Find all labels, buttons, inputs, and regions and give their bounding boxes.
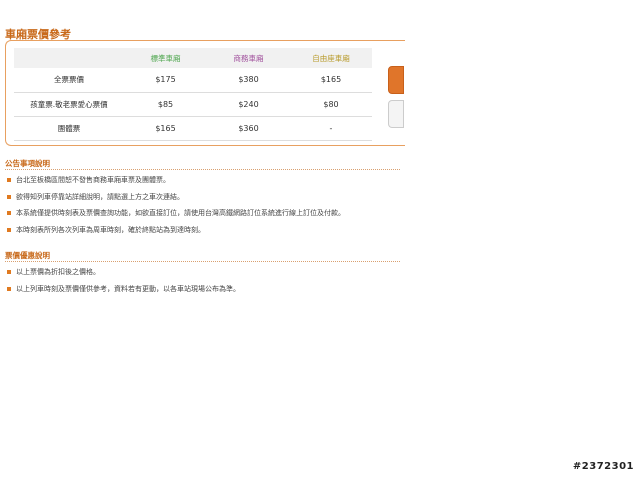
notice-text: 本時刻表所列各次列車為周車時刻，確於終點站為到達時刻。 [16, 225, 205, 234]
notice-text: 欲得知列車停靠站詳細說明，請點選上方之車次連結。 [16, 192, 184, 201]
bullet-icon [7, 178, 11, 182]
side-tab-button-active[interactable] [388, 66, 404, 94]
header-free-seat-car: 自由座車廂 [312, 53, 350, 63]
fare-business: $240 [238, 99, 259, 109]
header-standard-car: 標準車廂 [150, 53, 181, 63]
discounts-divider [5, 261, 400, 262]
fare-standard: $85 [157, 99, 174, 109]
fare-free: $165 [320, 75, 342, 85]
bullet-icon [7, 270, 11, 274]
row-label: 團體票 [57, 123, 81, 133]
bullet-icon [7, 227, 11, 232]
list-item: 以上列車時刻及票價僅供參考，資料若有更動，以各車站現場公布為準。 [5, 281, 240, 298]
fare-panel: 標準車廂 商務車廂 自由座車廂 全票票價 $175 $380 $165 孩童票.… [5, 40, 405, 146]
bullet-icon [7, 286, 11, 291]
notice-text: 台北至板橋區間恕不發售商務車廂車票及團體票。 [16, 176, 170, 184]
fare-business: $360 [238, 123, 259, 133]
notices-title: 公告事項說明 [5, 159, 50, 168]
list-item: 本系統僅提供時刻表及票價查詢功能，如欲直接訂位，請使用台灣高鐵網路訂位系統進行線… [5, 205, 345, 222]
fare-free: - [329, 123, 333, 133]
table-row: 孩童票.敬老票愛心票價 $85 $240 $80 [14, 92, 372, 116]
fare-table-header: 標準車廂 商務車廂 自由座車廂 [14, 48, 372, 68]
bullet-icon [7, 211, 11, 215]
header-business-car: 商務車廂 [233, 53, 264, 63]
notices-list: 台北至板橋區間恕不發售商務車廂車票及團體票。 欲得知列車停靠站詳細說明，請點選上… [5, 172, 345, 238]
fare-standard: $175 [155, 75, 176, 85]
list-item: 以上票價為折扣後之價格。 [5, 264, 240, 281]
header-empty [14, 48, 124, 68]
row-label: 孩童票.敬老票愛心票價 [30, 99, 108, 109]
fare-table: 標準車廂 商務車廂 自由座車廂 全票票價 $175 $380 $165 孩童票.… [14, 48, 372, 141]
fare-business: $380 [238, 75, 259, 85]
row-label: 全票票價 [54, 75, 84, 85]
bullet-icon [7, 194, 11, 199]
image-id-watermark: #2372301 [572, 461, 634, 472]
table-row: 團體票 $165 $360 - [14, 116, 372, 140]
fare-free: $80 [323, 99, 339, 109]
table-row: 全票票價 $175 $380 $165 [14, 68, 372, 92]
fare-standard: $165 [155, 123, 176, 133]
discounts-list: 以上票價為折扣後之價格。 以上列車時刻及票價僅供參考，資料若有更動，以各車站現場… [5, 264, 240, 297]
list-item: 台北至板橋區間恕不發售商務車廂車票及團體票。 [5, 172, 345, 189]
discount-text: 以上列車時刻及票價僅供參考，資料若有更動，以各車站現場公布為準。 [16, 284, 240, 293]
discounts-title: 票價優惠說明 [5, 251, 50, 260]
list-item: 本時刻表所列各次列車為周車時刻，確於終點站為到達時刻。 [5, 222, 345, 239]
list-item: 欲得知列車停靠站詳細說明，請點選上方之車次連結。 [5, 189, 345, 206]
notices-divider [5, 169, 400, 170]
side-tab-button[interactable] [388, 100, 404, 128]
page: 車廂票價參考 標準車廂 商務車廂 自由座車廂 全票票價 $175 $380 $1… [0, 0, 640, 480]
notice-text: 本系統僅提供時刻表及票價查詢功能，如欲直接訂位，請使用台灣高鐵網路訂位系統進行線… [16, 209, 345, 217]
discount-text: 以上票價為折扣後之價格。 [16, 268, 100, 276]
